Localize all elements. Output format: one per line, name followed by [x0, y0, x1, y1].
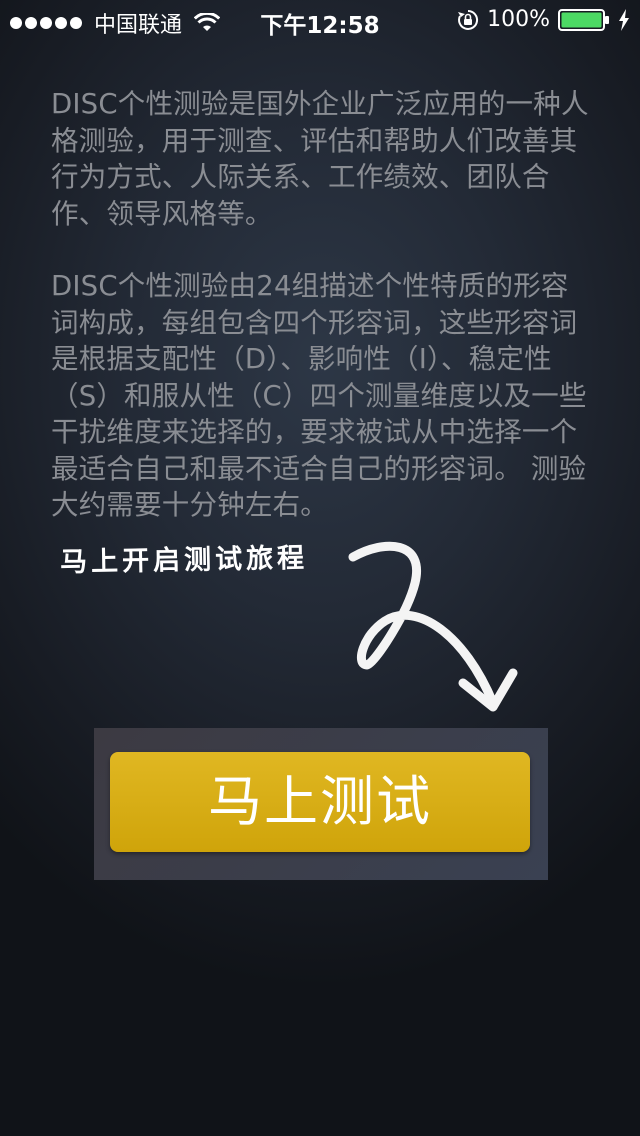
disc-description: DISC个性测验是国外企业广泛应用的一种人格测验，用于测查、评估和帮助人们改善其…: [51, 86, 596, 524]
rotation-lock-icon: [458, 9, 479, 30]
start-test-button[interactable]: 马上测试: [110, 752, 530, 852]
battery-percent: 100%: [487, 7, 550, 32]
description-paragraph-2: DISC个性测验由24组描述个性特质的形容词构成，每组包含四个形容词，这些形容词…: [51, 270, 587, 521]
charging-bolt-icon: [619, 8, 629, 31]
battery-icon: [558, 8, 609, 31]
status-bar: 中国联通 下午12:58 100%: [0, 0, 640, 40]
description-paragraph-1: DISC个性测验是国外企业广泛应用的一种人格测验，用于测查、评估和帮助人们改善其…: [51, 88, 589, 230]
start-journey-caption: 马上开启测试旅程: [59, 542, 309, 579]
hand-drawn-arrow-icon: [348, 541, 518, 712]
status-right: 100%: [457, 7, 630, 32]
